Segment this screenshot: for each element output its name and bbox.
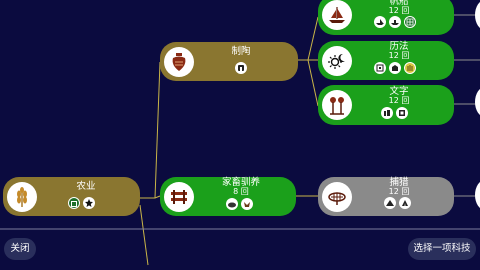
- tech-node-sailing[interactable]: 帆船 12 回: [318, 0, 454, 35]
- sailboat-icon: [322, 0, 352, 30]
- tech-title: 制陶: [231, 46, 251, 57]
- camp-icon: [384, 197, 396, 209]
- tech-title: 农业: [76, 181, 96, 192]
- monument-icon: [374, 62, 386, 74]
- horse-icon: [226, 198, 238, 210]
- library-icon: [381, 107, 393, 119]
- unlock-icons: [374, 16, 416, 28]
- scroll-icon: [396, 107, 408, 119]
- tech-turns: 12 回: [388, 96, 410, 105]
- tech-node-pottery[interactable]: 制陶: [160, 42, 298, 81]
- wheat-icon: [7, 181, 37, 212]
- amphora-icon: [164, 46, 194, 77]
- unlock-icons: [381, 107, 408, 119]
- tech-node-animal-husbandry[interactable]: 家畜驯养 8 回: [160, 177, 296, 216]
- choose-tech-button[interactable]: 选择一项科技: [408, 238, 476, 260]
- unlock-icons: [374, 62, 416, 74]
- close-button[interactable]: 关闭: [4, 238, 36, 260]
- shrine-icon: [235, 62, 247, 74]
- tech-node-writing[interactable]: 文字 12 回: [318, 85, 454, 125]
- trireme-icon: [374, 16, 386, 28]
- work-boat-icon: [389, 16, 401, 28]
- tech-turns: 12 回: [388, 51, 410, 60]
- unlock-icons: [68, 197, 95, 209]
- sun-moon-icon: [322, 45, 352, 76]
- granary-icon: [68, 197, 80, 209]
- pasture-fence-icon: [164, 181, 194, 212]
- grid-icon: [404, 16, 416, 28]
- unlock-icons: [235, 62, 247, 74]
- cattle-icon: [241, 198, 253, 210]
- net-trap-icon: [322, 181, 352, 212]
- tent-icon: [399, 197, 411, 209]
- wheat-field-icon: [404, 62, 416, 74]
- star-icon: [83, 197, 95, 209]
- quill-scroll-icon: [322, 90, 352, 120]
- unlock-icons: [384, 197, 411, 209]
- tech-node-trapping[interactable]: 捕猎 12 回: [318, 177, 454, 216]
- unlock-icons: [226, 198, 253, 210]
- tech-turns: 8 回: [233, 187, 249, 196]
- tech-node-agriculture[interactable]: 农业: [3, 177, 140, 216]
- tech-node-calendar[interactable]: 历法 12 回: [318, 41, 454, 80]
- tech-turns: 12 回: [388, 187, 410, 196]
- tech-turns: 12 回: [388, 6, 410, 15]
- temple-icon: [389, 62, 401, 74]
